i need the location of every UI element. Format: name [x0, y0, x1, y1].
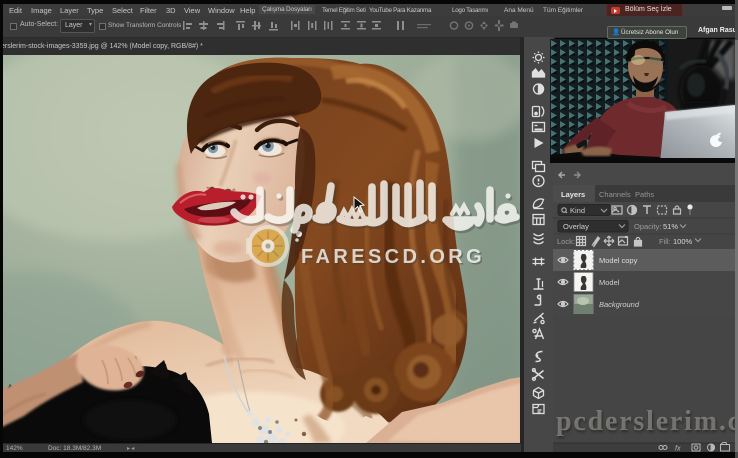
svg-text:Fill:: Fill: — [659, 237, 671, 246]
svg-text:100%: 100% — [673, 237, 693, 246]
svg-text:Kind: Kind — [570, 206, 585, 215]
svg-text:51%: 51% — [663, 222, 678, 231]
svg-text:Layers: Layers — [561, 190, 585, 199]
svg-text:Channels: Channels — [599, 190, 631, 199]
svg-text:Overlay: Overlay — [563, 222, 589, 231]
svg-text:Model copy: Model copy — [599, 256, 638, 265]
svg-text:Paths: Paths — [635, 190, 654, 199]
svg-text:Lock:: Lock: — [557, 237, 575, 246]
svg-text:Background: Background — [599, 300, 640, 309]
svg-text:FARESCD.ORG: FARESCD.ORG — [301, 246, 485, 268]
svg-text:Opacity:: Opacity: — [634, 222, 662, 231]
svg-text:Model: Model — [599, 278, 620, 287]
